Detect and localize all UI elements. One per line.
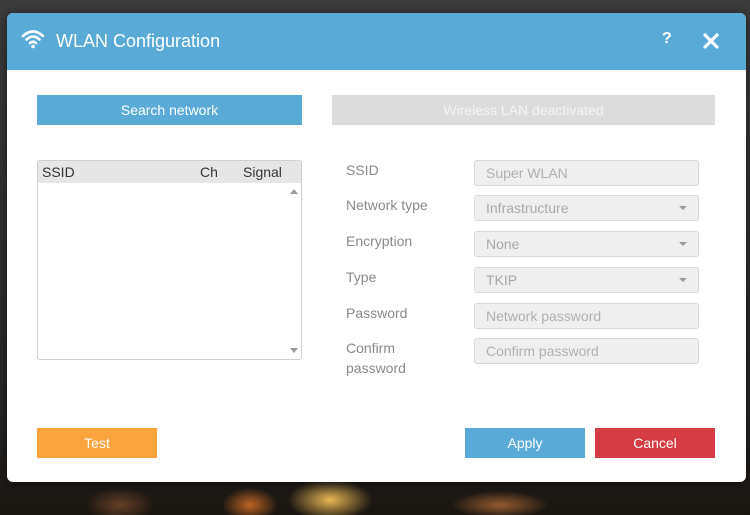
- wlan-config-dialog: WLAN Configuration ? Search network Wire…: [7, 13, 746, 482]
- scroll-down-icon[interactable]: [290, 348, 298, 353]
- password-label: Password: [346, 305, 408, 321]
- wlan-deactivated-button[interactable]: Wireless LAN deactivated: [332, 95, 715, 125]
- ssid-input[interactable]: [474, 160, 699, 186]
- column-signal[interactable]: Signal: [243, 164, 282, 180]
- chevron-down-icon: [679, 242, 687, 246]
- type-select[interactable]: TKIP: [474, 267, 699, 293]
- column-channel[interactable]: Ch: [200, 164, 218, 180]
- test-button[interactable]: Test: [37, 428, 157, 458]
- help-button[interactable]: ?: [662, 30, 672, 48]
- encryption-value: None: [486, 236, 520, 252]
- type-value: TKIP: [486, 272, 518, 288]
- scroll-up-icon[interactable]: [290, 189, 298, 194]
- encryption-label: Encryption: [346, 233, 413, 249]
- password-input[interactable]: [474, 303, 699, 329]
- cancel-button[interactable]: Cancel: [595, 428, 715, 458]
- apply-button[interactable]: Apply: [465, 428, 585, 458]
- search-network-button[interactable]: Search network: [37, 95, 302, 125]
- network-list-scrollbar[interactable]: [287, 183, 301, 359]
- ssid-label: SSID: [346, 162, 379, 178]
- network-type-select[interactable]: Infrastructure: [474, 195, 699, 221]
- network-type-value: Infrastructure: [486, 200, 569, 216]
- network-type-label: Network type: [346, 197, 428, 213]
- column-ssid[interactable]: SSID: [42, 164, 75, 180]
- dialog-title: WLAN Configuration: [56, 31, 221, 51]
- network-list[interactable]: SSID Ch Signal: [37, 160, 302, 360]
- confirm-password-label-line2: password: [346, 360, 406, 376]
- confirm-password-input[interactable]: [474, 338, 699, 364]
- close-icon[interactable]: [703, 33, 719, 49]
- network-list-header: SSID Ch Signal: [38, 161, 301, 183]
- encryption-select[interactable]: None: [474, 231, 699, 257]
- dialog-titlebar: WLAN Configuration ?: [7, 13, 746, 70]
- wifi-icon: [21, 30, 45, 49]
- confirm-password-label-line1: Confirm: [346, 340, 396, 356]
- type-label: Type: [346, 269, 377, 285]
- chevron-down-icon: [679, 206, 687, 210]
- chevron-down-icon: [679, 278, 687, 282]
